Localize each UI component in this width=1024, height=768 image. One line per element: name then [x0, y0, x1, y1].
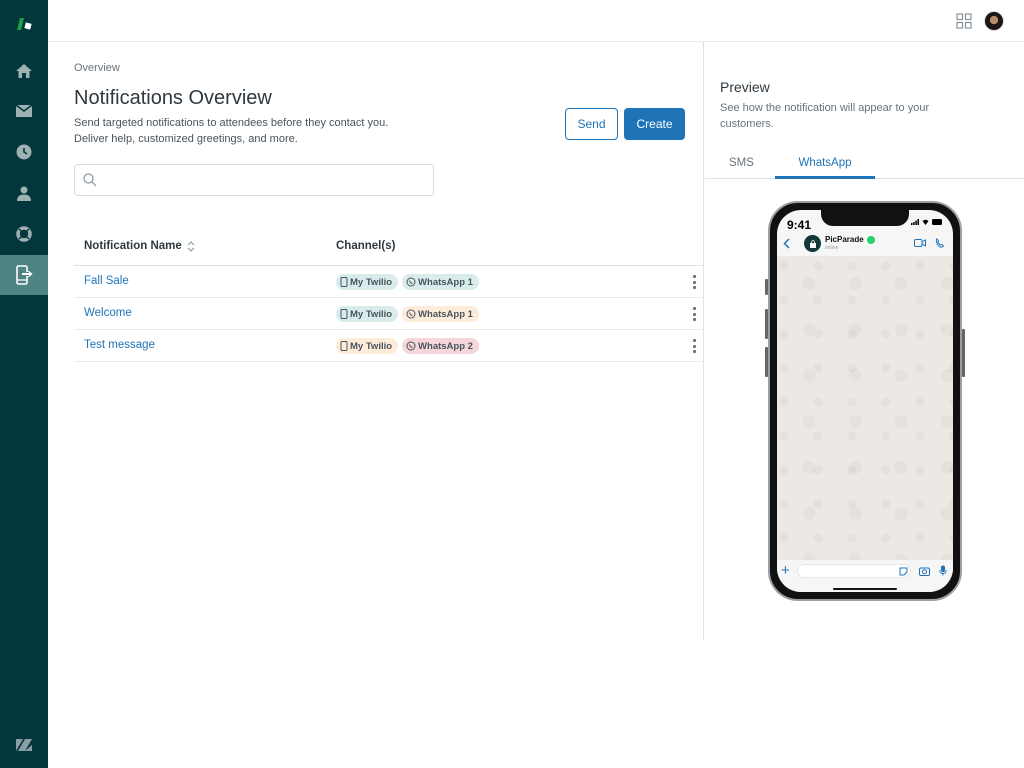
preview-tabs: SMS WhatsApp — [705, 152, 1024, 179]
home-indicator — [833, 588, 897, 590]
mobile-export-icon — [16, 265, 33, 285]
battery-icon — [932, 219, 942, 225]
channel-tag-whatsapp: WhatsApp 2 — [402, 338, 479, 354]
channel-tag-sms: My Twilio — [336, 338, 399, 354]
channel-tag-label: WhatsApp 1 — [418, 308, 473, 320]
signal-icon — [911, 219, 919, 225]
preview-panel: Preview See how the notification will ap… — [705, 42, 1024, 640]
send-button[interactable]: Send — [565, 108, 618, 140]
status-time: 9:41 — [787, 218, 812, 232]
channel-tag-label: My Twilio — [350, 308, 393, 320]
mobile-icon — [340, 309, 348, 319]
phone-volume-down-button — [765, 347, 768, 377]
shopping-bag-icon — [809, 239, 816, 248]
sort-icon — [187, 240, 195, 252]
table-header: Notification Name Channel(s) — [74, 230, 704, 266]
sticker-icon[interactable] — [899, 567, 908, 576]
sidebar-item-users[interactable] — [0, 173, 48, 213]
whatsapp-icon — [406, 341, 416, 351]
video-call-icon[interactable] — [914, 239, 926, 247]
tab-whatsapp[interactable]: WhatsApp — [775, 157, 875, 179]
table-row: Fall Sale My Twilio WhatsApp 1 — [74, 266, 704, 298]
mobile-icon — [340, 277, 348, 287]
message-input[interactable] — [797, 564, 911, 578]
sidebar-item-support[interactable] — [0, 214, 48, 254]
chat-header: PicParade online — [777, 234, 953, 256]
channel-tag-label: WhatsApp 2 — [418, 340, 473, 352]
wifi-icon — [922, 219, 929, 225]
lifebuoy-icon — [16, 226, 32, 242]
search-input[interactable] — [105, 169, 425, 191]
preview-description: See how the notification will appear to … — [720, 102, 930, 130]
channel-tags: My Twilio WhatsApp 1 — [336, 306, 479, 322]
voice-call-icon[interactable] — [935, 238, 945, 248]
sidebar — [0, 0, 48, 768]
business-name: PicParade — [825, 235, 864, 244]
clock-icon — [16, 144, 32, 160]
product-logo[interactable] — [0, 4, 48, 44]
zendesk-logo-icon — [17, 18, 32, 30]
business-avatar — [804, 235, 821, 252]
notifications-table: Notification Name Channel(s) Fall Sale M… — [74, 230, 704, 362]
notification-name-link[interactable]: Welcome — [84, 307, 132, 319]
sidebar-item-mail[interactable] — [0, 91, 48, 131]
notification-name-link[interactable]: Fall Sale — [84, 275, 129, 287]
whatsapp-icon — [406, 277, 416, 287]
zendesk-z-icon — [16, 739, 32, 751]
channel-tag-label: My Twilio — [350, 276, 393, 288]
chat-background — [777, 256, 953, 560]
search-icon — [83, 173, 97, 187]
column-header-notification-name[interactable]: Notification Name — [84, 240, 195, 252]
column-header-channels: Channel(s) — [336, 240, 396, 252]
page-description: Send targeted notifications to attendees… — [74, 117, 389, 145]
channel-tag-sms: My Twilio — [336, 306, 399, 322]
mobile-icon — [340, 341, 348, 351]
zendesk-z-logo[interactable] — [0, 725, 48, 765]
row-actions-menu[interactable] — [690, 307, 698, 321]
phone-notch — [821, 210, 909, 226]
user-icon — [17, 186, 31, 201]
camera-icon[interactable] — [919, 566, 930, 576]
plus-icon[interactable]: + — [781, 563, 790, 578]
create-button[interactable]: Create — [624, 108, 685, 140]
channel-tags: My Twilio WhatsApp 2 — [336, 338, 479, 354]
whatsapp-icon — [406, 309, 416, 319]
channel-tag-sms: My Twilio — [336, 274, 399, 290]
verified-badge-icon — [867, 236, 875, 244]
table-row: Welcome My Twilio WhatsApp 1 — [74, 298, 704, 330]
preview-title: Preview — [720, 79, 770, 95]
phone-mute-button — [765, 279, 768, 295]
grid-icon[interactable] — [956, 13, 972, 29]
phone-screen: 9:41 PicParade online + — [777, 210, 953, 592]
channel-tag-whatsapp: WhatsApp 1 — [402, 274, 479, 290]
sidebar-item-history[interactable] — [0, 132, 48, 172]
notification-name-link[interactable]: Test message — [84, 339, 155, 351]
channel-tag-label: WhatsApp 1 — [418, 276, 473, 288]
channel-tag-whatsapp: WhatsApp 1 — [402, 306, 479, 322]
row-actions-menu[interactable] — [690, 275, 698, 289]
status-icons — [911, 219, 943, 225]
search-field — [74, 164, 434, 196]
tab-sms[interactable]: SMS — [729, 157, 754, 169]
phone-power-button — [962, 329, 965, 377]
sidebar-item-notifications[interactable] — [0, 255, 48, 295]
notifications-overview-panel: Overview Notifications Overview Send tar… — [48, 42, 704, 640]
mail-icon — [16, 105, 32, 117]
channel-tag-label: My Twilio — [350, 340, 393, 352]
phone-mockup: 9:41 PicParade online + — [765, 201, 965, 601]
business-status: online — [825, 245, 839, 251]
row-actions-menu[interactable] — [690, 339, 698, 353]
user-avatar[interactable] — [984, 11, 1004, 31]
channel-tags: My Twilio WhatsApp 1 — [336, 274, 479, 290]
back-chevron-icon[interactable] — [783, 238, 790, 249]
breadcrumb[interactable]: Overview — [74, 62, 120, 74]
home-icon — [16, 64, 32, 78]
phone-volume-up-button — [765, 309, 768, 339]
table-row: Test message My Twilio WhatsApp 2 — [74, 330, 704, 362]
page-title: Notifications Overview — [74, 87, 272, 109]
microphone-icon[interactable] — [939, 565, 947, 576]
top-bar — [48, 0, 1024, 42]
sidebar-item-home[interactable] — [0, 51, 48, 91]
column-label: Notification Name — [84, 240, 182, 252]
